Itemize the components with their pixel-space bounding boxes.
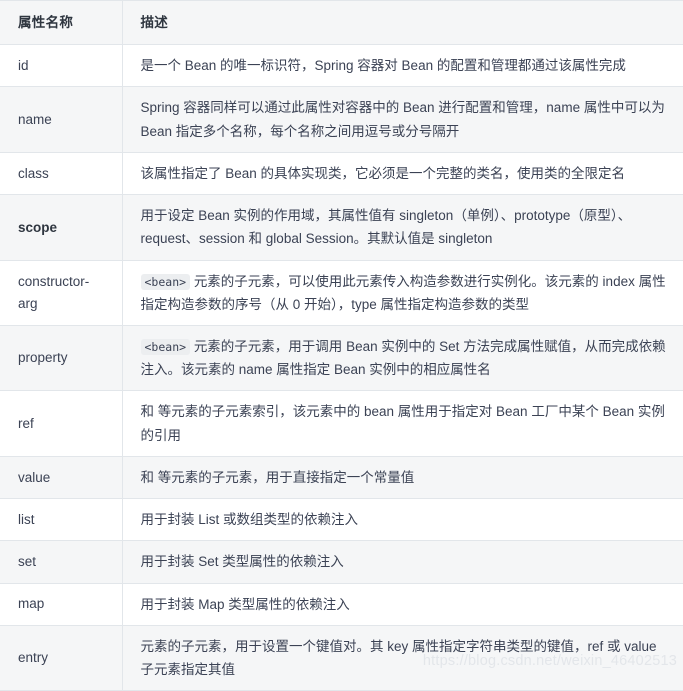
table-container: 属性名称 描述 id 是一个 Bean 的唯一标识符，Spring 容器对 Bea…	[0, 0, 683, 691]
cell-attribute-name: scope	[0, 194, 123, 261]
table-row: map 用于封装 Map 类型属性的依赖注入	[0, 582, 683, 626]
cell-attribute-name: set	[0, 540, 123, 584]
table-row: class 该属性指定了 Bean 的具体实现类，它必须是一个完整的类名，使用类的…	[0, 151, 683, 196]
cell-attribute-name: ref	[0, 390, 123, 457]
table-header: 属性名称 描述	[0, 0, 683, 46]
cell-description: 该属性指定了 Bean 的具体实现类，它必须是一个完整的类名，使用类的全限定名	[122, 151, 683, 196]
cell-description: 用于封装 List 或数组类型的依赖注入	[122, 498, 683, 542]
cell-description: <bean> 元素的子元素，用于调用 Bean 实例中的 Set 方法完成属性赋…	[122, 324, 683, 392]
column-header-description: 描述	[122, 0, 683, 46]
table-row: entry 元素的子元素，用于设置一个键值对。其 key 属性指定字符串类型的键值…	[0, 624, 683, 691]
cell-description: 用于封装 Set 类型属性的依赖注入	[122, 540, 683, 584]
cell-description: <bean> 元素的子元素，可以使用此元素传入构造参数进行实例化。该元素的 in…	[122, 259, 683, 326]
table-row: constructor-arg <bean> 元素的子元素，可以使用此元素传入构造…	[0, 259, 683, 326]
table-row: id 是一个 Bean 的唯一标识符，Spring 容器对 Bean 的配置和管理…	[0, 44, 683, 88]
cell-description: 用于设定 Bean 实例的作用域，其属性值有 singleton（单例）、pro…	[122, 194, 683, 261]
cell-attribute-name: id	[0, 44, 123, 88]
inline-code-bean-tag: <bean>	[140, 273, 191, 290]
description-text: 元素的子元素，可以使用此元素传入构造参数进行实例化。该元素的 index 属性指…	[140, 273, 666, 312]
cell-description: 是一个 Bean 的唯一标识符，Spring 容器对 Bean 的配置和管理都通…	[122, 44, 683, 88]
table-header-row: 属性名称 描述	[0, 0, 683, 46]
table-row: name Spring 容器同样可以通过此属性对容器中的 Bean 进行配置和管理…	[0, 86, 683, 153]
cell-attribute-name: entry	[0, 624, 123, 691]
cell-attribute-name: name	[0, 86, 123, 153]
cell-attribute-name: constructor-arg	[0, 259, 123, 326]
column-header-attribute-name: 属性名称	[0, 0, 123, 46]
inline-code-bean-tag: <bean>	[140, 338, 191, 355]
table-row: list 用于封装 List 或数组类型的依赖注入	[0, 498, 683, 542]
table-row: set 用于封装 Set 类型属性的依赖注入	[0, 540, 683, 584]
table-row: property <bean> 元素的子元素，用于调用 Bean 实例中的 Set…	[0, 324, 683, 392]
cell-description: 和 等元素的子元素索引，该元素中的 bean 属性用于指定对 Bean 工厂中某…	[122, 390, 683, 457]
table-row: ref 和 等元素的子元素索引，该元素中的 bean 属性用于指定对 Bean 工…	[0, 390, 683, 457]
cell-description: 用于封装 Map 类型属性的依赖注入	[122, 582, 683, 626]
table-body: id 是一个 Bean 的唯一标识符，Spring 容器对 Bean 的配置和管理…	[0, 44, 683, 691]
cell-description: 和 等元素的子元素，用于直接指定一个常量值	[122, 455, 683, 500]
table-row: value 和 等元素的子元素，用于直接指定一个常量值	[0, 455, 683, 500]
cell-description: Spring 容器同样可以通过此属性对容器中的 Bean 进行配置和管理，nam…	[122, 86, 683, 153]
description-text: 元素的子元素，用于调用 Bean 实例中的 Set 方法完成属性赋值，从而完成依…	[140, 338, 666, 378]
bean-attributes-table: 属性名称 描述 id 是一个 Bean 的唯一标识符，Spring 容器对 Bea…	[0, 0, 683, 691]
cell-attribute-name: property	[0, 324, 123, 392]
cell-attribute-name: class	[0, 151, 123, 196]
table-row: scope 用于设定 Bean 实例的作用域，其属性值有 singleton（单例…	[0, 194, 683, 261]
cell-attribute-name: list	[0, 498, 123, 542]
cell-attribute-name: value	[0, 455, 123, 500]
cell-attribute-name: map	[0, 582, 123, 626]
cell-description: 元素的子元素，用于设置一个键值对。其 key 属性指定字符串类型的键值，ref …	[122, 624, 683, 691]
